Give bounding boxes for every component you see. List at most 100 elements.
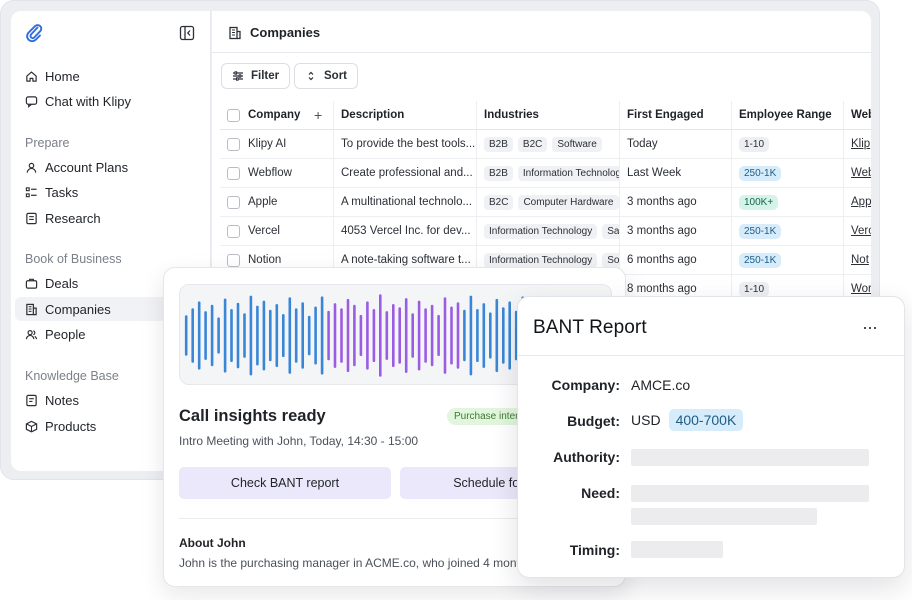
website-link[interactable]: App (851, 196, 871, 208)
website-link[interactable]: Klip (851, 138, 870, 150)
column-header-first-engaged[interactable]: First Engaged (620, 101, 732, 129)
companies-icon (26, 303, 37, 315)
company-name: Notion (248, 254, 282, 266)
sidebar-item-tasks[interactable]: Tasks (15, 180, 207, 204)
row-checkbox[interactable] (227, 166, 240, 180)
website-cell[interactable]: Klip (844, 130, 871, 158)
sidebar-item-label: Products (45, 418, 97, 434)
description-cell: Create professional and... (341, 167, 473, 179)
employee-range-cell: 1-10 (732, 130, 844, 158)
row-checkbox[interactable] (227, 253, 240, 267)
website-cell[interactable]: App (844, 188, 871, 216)
employee-range-badge: 100K+ (739, 194, 779, 210)
website-link[interactable]: Wor (851, 283, 871, 295)
employee-range-badge: 1-10 (739, 136, 770, 152)
page-title-text: Companies (250, 25, 321, 40)
employee-range-cell: 250-1K (732, 246, 844, 274)
klipy-logo-icon[interactable] (25, 23, 43, 43)
companies-icon (229, 26, 241, 39)
sidebar-item-research[interactable]: Research (15, 206, 207, 230)
collapse-sidebar-icon[interactable] (179, 25, 195, 41)
industry-tag: B2B (484, 165, 513, 181)
sidebar-item-label: Account Plans (45, 159, 129, 175)
need-label: Need: (581, 485, 620, 501)
row-checkbox[interactable] (227, 224, 240, 238)
website-cell[interactable]: Verc (844, 217, 871, 245)
need-placeholder (631, 485, 869, 502)
industries-cell[interactable]: Information Technology Sa (477, 217, 620, 245)
more-options-icon[interactable]: ··· (862, 317, 878, 338)
filter-button[interactable]: Filter (221, 63, 291, 89)
company-label: Company: (551, 377, 620, 393)
filter-label: Filter (251, 70, 280, 82)
company-cell[interactable]: Vercel (220, 217, 334, 245)
employee-range-badge: 250-1K (739, 165, 782, 181)
sidebar-item-account-plans[interactable]: Account Plans (15, 155, 207, 179)
sidebar-item-label: Companies (45, 301, 111, 317)
home-icon (26, 70, 37, 82)
sidebar-item-home[interactable]: Home (15, 64, 207, 88)
call-insights-title: Call insights ready (179, 407, 326, 425)
budget-label: Budget: (567, 413, 620, 429)
description-cell: To provide the best tools... (341, 138, 476, 150)
header-divider (212, 52, 871, 53)
company-cell[interactable]: Klipy AI (220, 130, 334, 158)
page-title: Companies (228, 25, 320, 40)
select-all-checkbox[interactable] (227, 108, 240, 122)
website-link[interactable]: Web (851, 167, 871, 179)
website-link[interactable]: Not (851, 254, 869, 266)
row-checkbox[interactable] (227, 137, 240, 151)
budget-currency: USD (631, 412, 661, 428)
check-bant-report-button[interactable]: Check BANT report (179, 467, 391, 499)
table-row[interactable]: Klipy AI To provide the best tools... B2B B… (220, 130, 871, 159)
sort-button[interactable]: Sort (294, 63, 358, 89)
column-header-industries[interactable]: Industries (477, 101, 620, 129)
description-cell: A multinational technolo... (341, 196, 473, 208)
section-label-knowledge-base: Knowledge Base (25, 369, 119, 383)
industry-tag: B2C (517, 136, 548, 152)
column-header-employee-range[interactable]: Employee Range (732, 101, 844, 129)
timing-label: Timing: (569, 542, 620, 558)
research-icon (26, 212, 37, 224)
company-cell[interactable]: Apple (220, 188, 334, 216)
chat-icon (25, 95, 38, 108)
people-icon (25, 329, 38, 339)
website-link[interactable]: Verc (851, 225, 871, 237)
industry-tag: Information Technology (484, 252, 598, 268)
company-cell[interactable]: Webflow (220, 159, 334, 187)
website-cell[interactable]: Not (844, 246, 871, 274)
employee-range-cell: 250-1K (732, 159, 844, 187)
tasks-icon (25, 186, 37, 197)
sidebar-item-chat[interactable]: Chat with Klipy (15, 89, 207, 113)
first-engaged-cell: 3 months ago (627, 225, 697, 237)
column-header-description[interactable]: Description (334, 101, 477, 129)
sidebar-item-label: Chat with Klipy (45, 93, 131, 109)
industry-tag: B2B (484, 136, 513, 152)
first-engaged-cell: Today (627, 138, 658, 150)
website-cell[interactable]: Web (844, 159, 871, 187)
industry-tag: B2C (484, 194, 514, 210)
need-placeholder (631, 508, 817, 525)
employee-range-cell: 100K+ (732, 188, 844, 216)
industries-cell[interactable]: B2B B2C Software (477, 130, 620, 158)
column-header-website[interactable]: Web (844, 101, 871, 129)
column-header-label: Company (248, 109, 301, 121)
filter-icon (233, 71, 243, 81)
industries-cell[interactable]: B2B Information Technology (477, 159, 620, 187)
industries-cell[interactable]: B2C Computer Hardware (477, 188, 620, 216)
authority-placeholder (631, 449, 869, 466)
sidebar-item-label: Tasks (45, 184, 79, 200)
description-cell: 4053 Vercel Inc. for dev... (341, 225, 471, 237)
section-label-prepare: Prepare (25, 136, 70, 150)
bant-report-card: BANT Report ··· Company: AMCE.co Budget:… (517, 296, 905, 578)
row-checkbox[interactable] (227, 195, 240, 209)
sort-label: Sort (324, 70, 347, 82)
authority-label: Authority: (553, 449, 620, 465)
industry-tag: So (602, 252, 620, 268)
add-column-button[interactable]: + (310, 101, 332, 129)
table-row[interactable]: Vercel 4053 Vercel Inc. for dev... Informa… (220, 217, 871, 246)
sidebar-item-label: People (45, 326, 86, 342)
about-contact-text: John is the purchasing manager in ACME.c… (179, 556, 560, 570)
table-row[interactable]: Webflow Create professional and... B2B Info… (220, 159, 871, 188)
table-row[interactable]: Apple A multinational technolo... B2C Compu… (220, 188, 871, 217)
